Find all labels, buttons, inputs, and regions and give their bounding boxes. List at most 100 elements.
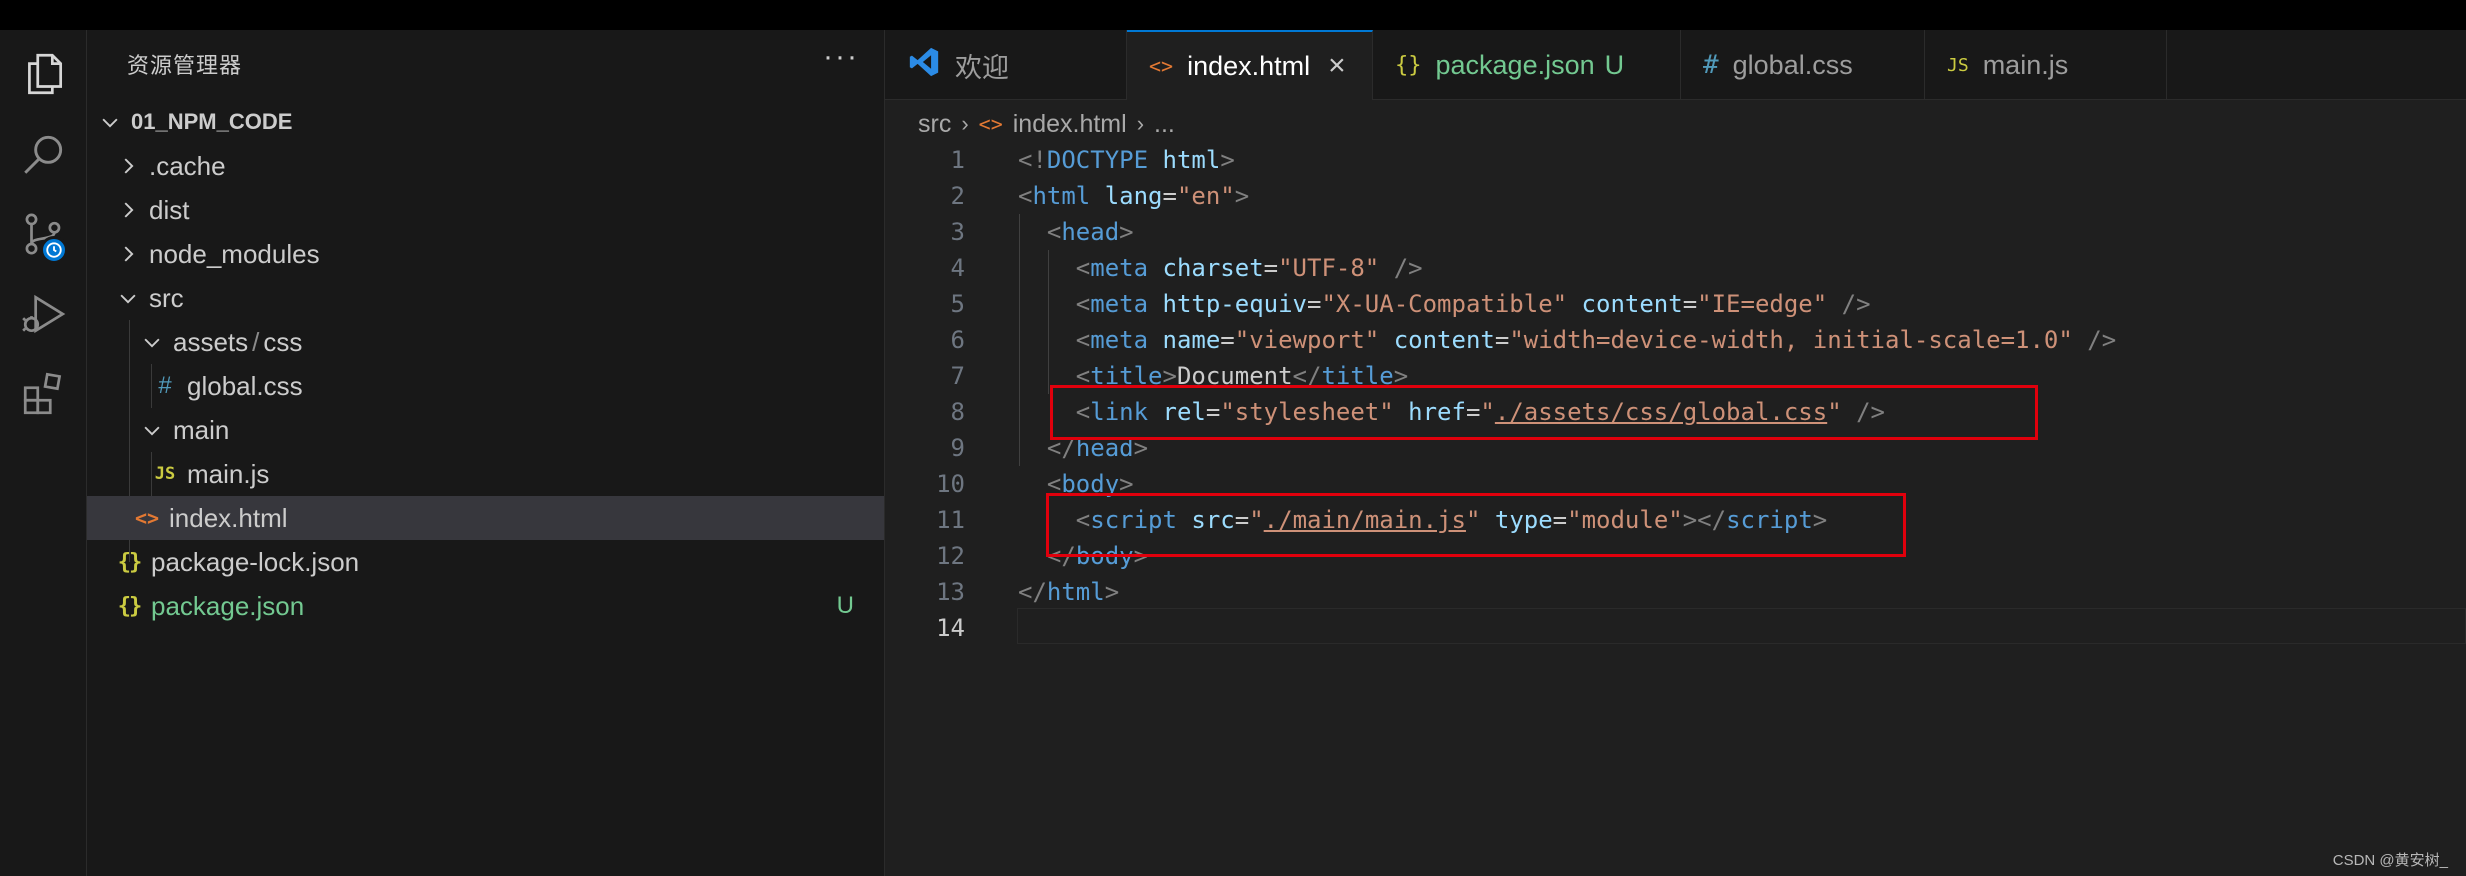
chevron-down-icon bbox=[97, 109, 123, 135]
activity-bar bbox=[0, 30, 87, 876]
code-token: meta bbox=[1090, 254, 1149, 282]
file-package-json[interactable]: {} package.json U bbox=[87, 584, 884, 628]
html-file-icon: <> bbox=[978, 112, 1003, 136]
line-number: 1 bbox=[950, 146, 965, 174]
explorer-icon[interactable] bbox=[0, 34, 87, 114]
tab-welcome[interactable]: 欢迎 bbox=[885, 30, 1127, 100]
breadcrumb-symbol[interactable]: ... bbox=[1154, 110, 1175, 139]
code-token: charset bbox=[1162, 254, 1264, 282]
workspace-root[interactable]: 01_NPM_CODE bbox=[87, 100, 884, 144]
code-token: "en" bbox=[1176, 182, 1235, 210]
more-actions-button[interactable]: ··· bbox=[823, 40, 859, 74]
folder-main[interactable]: main bbox=[87, 408, 884, 452]
code-token: </ bbox=[1018, 578, 1047, 606]
code-token: content bbox=[1393, 326, 1495, 354]
code-token: = bbox=[1263, 254, 1279, 282]
line-number: 8 bbox=[950, 398, 965, 426]
code-token: "UTF-8" bbox=[1278, 254, 1380, 282]
folder-node-modules[interactable]: node_modules bbox=[87, 232, 884, 276]
js-file-icon: JS bbox=[154, 464, 176, 484]
code-line[interactable]: 2 <html lang="en"> bbox=[885, 178, 2466, 214]
tab-main-js[interactable]: JS main.js bbox=[1925, 30, 2167, 100]
code-token: > bbox=[1119, 218, 1134, 246]
chevron-down-icon bbox=[115, 285, 141, 311]
tab-global-css[interactable]: # global.css bbox=[1681, 30, 1925, 100]
file-global-css[interactable]: # global.css bbox=[87, 364, 884, 408]
explorer-sidebar: 资源管理器 ··· 01_NPM_CODE .cache dist node_m… bbox=[87, 30, 885, 876]
line-number: 4 bbox=[950, 254, 965, 282]
code-text: <meta charset="UTF-8" /> bbox=[1018, 254, 1423, 282]
highlight-box-link bbox=[1050, 385, 2038, 440]
code-token: html bbox=[1046, 578, 1105, 606]
breadcrumb-file[interactable]: index.html bbox=[1013, 110, 1127, 139]
code-line[interactable]: 5 <meta http-equiv="X-UA-Compatible" con… bbox=[885, 286, 2466, 322]
breadcrumb-folder[interactable]: src bbox=[918, 110, 951, 139]
code-line[interactable]: 6 <meta name="viewport" content="width=d… bbox=[885, 322, 2466, 358]
folder-cache[interactable]: .cache bbox=[87, 144, 884, 188]
chevron-right-icon bbox=[115, 153, 141, 179]
css-file-icon: # bbox=[1703, 50, 1719, 80]
untracked-badge: U bbox=[836, 592, 854, 619]
code-token: meta bbox=[1090, 326, 1149, 354]
code-token: /> bbox=[1393, 254, 1423, 282]
explorer-title: 资源管理器 bbox=[127, 53, 243, 78]
chevron-down-icon bbox=[139, 417, 165, 443]
json-file-icon: {} bbox=[117, 593, 143, 619]
search-icon[interactable] bbox=[0, 114, 87, 194]
tab-label: package.json bbox=[1435, 49, 1595, 80]
file-main-js[interactable]: JS main.js bbox=[87, 452, 884, 496]
line-number: 2 bbox=[950, 182, 965, 210]
js-file-icon: JS bbox=[1947, 54, 1969, 76]
folder-src[interactable]: src bbox=[87, 276, 884, 320]
folder-label: main bbox=[173, 414, 230, 445]
code-line[interactable]: 1 <!DOCTYPE html> bbox=[885, 142, 2466, 178]
tab-package-json[interactable]: {} package.json U bbox=[1373, 30, 1681, 100]
line-number: 12 bbox=[936, 542, 965, 570]
file-index-html[interactable]: <> index.html bbox=[87, 496, 884, 540]
code-line[interactable]: 4 <meta charset="UTF-8" /> bbox=[885, 250, 2466, 286]
extensions-icon[interactable] bbox=[0, 354, 87, 434]
css-file-icon: # bbox=[158, 372, 172, 399]
code-text: <meta http-equiv="X-UA-Compatible" conte… bbox=[1018, 290, 1871, 318]
tab-label: 欢迎 bbox=[955, 52, 1009, 83]
code-token: "width=device-width, initial-scale=1.0" bbox=[1509, 326, 2073, 354]
folder-label: src bbox=[149, 282, 184, 313]
line-number: 6 bbox=[950, 326, 965, 354]
code-token: lang bbox=[1104, 182, 1163, 210]
source-control-icon[interactable] bbox=[0, 194, 87, 274]
folder-dist[interactable]: dist bbox=[87, 188, 884, 232]
code-line[interactable]: 14 bbox=[885, 610, 2466, 646]
watermark: CSDN @黄安树_ bbox=[2332, 852, 2448, 869]
code-token: <! bbox=[1018, 146, 1047, 174]
run-debug-icon[interactable] bbox=[0, 274, 87, 354]
code-token: > bbox=[1234, 182, 1250, 210]
chevron-down-icon bbox=[139, 329, 165, 355]
tab-index-html[interactable]: <> index.html × bbox=[1127, 30, 1373, 100]
tab-label: global.css bbox=[1732, 49, 1853, 80]
title-bar bbox=[0, 0, 2466, 30]
close-icon[interactable]: × bbox=[1328, 49, 1346, 83]
code-line[interactable]: 3 <head> bbox=[885, 214, 2466, 250]
code-token: html bbox=[1032, 182, 1091, 210]
line-number: 13 bbox=[936, 578, 965, 606]
code-line[interactable]: 13 </html> bbox=[885, 574, 2466, 610]
code-token: = bbox=[1307, 290, 1322, 318]
code-token: "X-UA-Compatible" bbox=[1321, 290, 1568, 318]
code-token: "viewport" bbox=[1234, 326, 1380, 354]
folder-assets-css[interactable]: assets / css bbox=[87, 320, 884, 364]
untracked-badge: U bbox=[1604, 49, 1625, 80]
file-package-lock-json[interactable]: {} package-lock.json bbox=[87, 540, 884, 584]
code-token: = bbox=[1682, 290, 1698, 318]
code-token: DOCTYPE bbox=[1046, 146, 1149, 174]
chevron-right-icon bbox=[115, 197, 141, 223]
code-token: = bbox=[1220, 326, 1235, 354]
code-token: /> bbox=[2087, 326, 2117, 354]
line-number: 10 bbox=[936, 470, 965, 498]
